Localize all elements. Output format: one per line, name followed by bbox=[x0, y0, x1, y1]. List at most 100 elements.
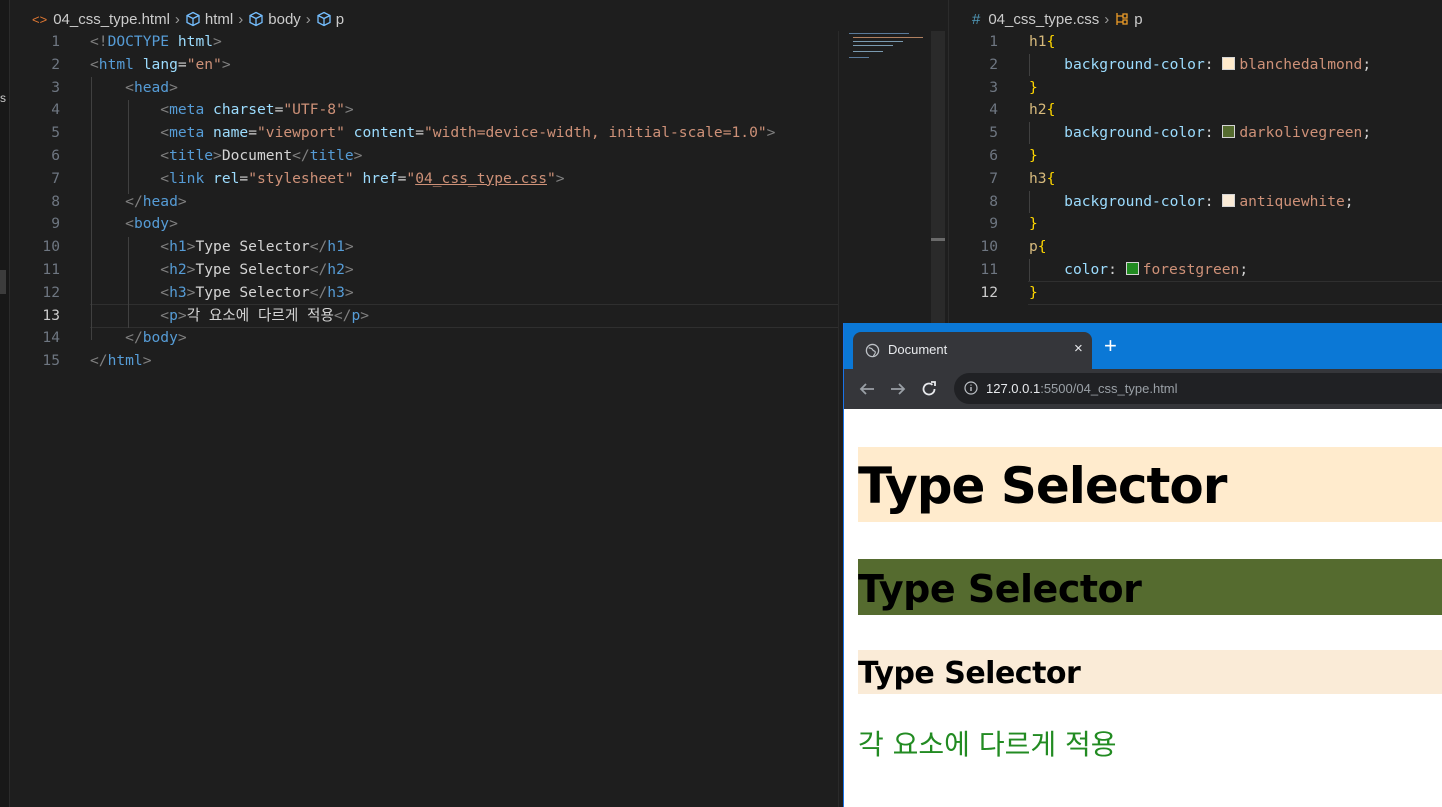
code-token: < bbox=[160, 124, 170, 142]
breadcrumb-p[interactable]: p bbox=[336, 11, 344, 28]
code-line[interactable]: 9 <body> bbox=[20, 213, 835, 236]
code-line[interactable]: 11 <h2>Type Selector</h2> bbox=[20, 259, 835, 282]
breadcrumb-file[interactable]: 04_css_type.html bbox=[53, 11, 170, 28]
code-token: href bbox=[362, 169, 398, 187]
code-token: ; bbox=[1362, 124, 1372, 142]
address-bar[interactable]: 127.0.0.1:5500/04_css_type.html bbox=[954, 373, 1442, 404]
code-line[interactable]: 12 <h3>Type Selector</h3> bbox=[20, 282, 835, 305]
code-token: > bbox=[344, 101, 354, 119]
code-token: <! bbox=[90, 33, 108, 50]
code-token: </ bbox=[309, 260, 328, 278]
code-token: html bbox=[107, 352, 143, 370]
line-number: 8 bbox=[989, 192, 998, 210]
code-token: > bbox=[213, 33, 222, 50]
code-token: antiquewhite bbox=[1239, 192, 1345, 210]
code-text: </body> bbox=[90, 327, 187, 350]
breadcrumb-css-file[interactable]: 04_css_type.css bbox=[988, 11, 1099, 28]
code-line[interactable]: 1 h1{ bbox=[958, 31, 1442, 54]
code-line[interactable]: 3} bbox=[958, 77, 1442, 100]
back-icon[interactable] bbox=[858, 380, 876, 398]
code-text: } bbox=[1029, 77, 1038, 100]
html-code-editor[interactable]: 1 <!DOCTYPE html> 2 <html lang="en"> 3 <head… bbox=[20, 31, 835, 373]
code-token: lang bbox=[142, 55, 178, 73]
code-line[interactable]: 8 background-color: antiquewhite; bbox=[958, 191, 1442, 214]
css-breadcrumb: # 04_css_type.css › p bbox=[972, 9, 1143, 29]
code-line[interactable]: 5 <meta name="viewport" content="width=d… bbox=[20, 122, 835, 145]
activity-label: s bbox=[0, 91, 6, 105]
code-token: "viewport" bbox=[257, 124, 345, 142]
code-token: </ bbox=[90, 352, 108, 370]
code-line[interactable]: 13 <p>각 요소에 다르게 적용</p> bbox=[20, 305, 835, 328]
reload-icon[interactable] bbox=[920, 380, 938, 398]
code-token: > bbox=[142, 352, 152, 370]
code-token: </ bbox=[309, 238, 328, 256]
code-line[interactable]: 7 h3{ bbox=[958, 168, 1442, 191]
breadcrumb-body[interactable]: body bbox=[268, 11, 301, 28]
code-line[interactable]: 14 </body> bbox=[20, 327, 835, 350]
breadcrumb-html[interactable]: html bbox=[205, 11, 233, 28]
code-line[interactable]: 12} bbox=[958, 282, 1442, 305]
code-token: = bbox=[415, 124, 424, 142]
code-line[interactable]: 2 <html lang="en"> bbox=[20, 54, 835, 77]
code-line[interactable]: 2 background-color: blanchedalmond; bbox=[958, 54, 1442, 77]
breadcrumb-css-p[interactable]: p bbox=[1134, 11, 1142, 28]
color-swatch[interactable] bbox=[1222, 125, 1236, 139]
info-icon[interactable] bbox=[964, 381, 978, 395]
code-line[interactable]: 11 color: forestgreen; bbox=[958, 259, 1442, 282]
code-token: > bbox=[555, 169, 565, 187]
code-token: } bbox=[1029, 215, 1038, 233]
code-token: rel bbox=[213, 169, 240, 187]
code-token: background-color bbox=[1064, 124, 1205, 142]
line-number: 14 bbox=[42, 329, 60, 347]
code-token: color bbox=[1064, 260, 1109, 278]
color-swatch[interactable] bbox=[1222, 193, 1236, 207]
code-text: } bbox=[1029, 282, 1038, 305]
code-token: </ bbox=[292, 146, 310, 164]
new-tab-button[interactable]: + bbox=[1104, 333, 1117, 359]
code-line[interactable]: 1 <!DOCTYPE html> bbox=[20, 31, 835, 54]
code-line[interactable]: 15 </html> bbox=[20, 350, 835, 373]
code-token: </ bbox=[309, 283, 328, 301]
code-token: = bbox=[177, 55, 187, 73]
code-token: Type Selector bbox=[195, 260, 310, 278]
close-tab-icon[interactable]: × bbox=[1074, 340, 1083, 357]
code-token: = bbox=[239, 169, 249, 187]
code-token: : bbox=[1204, 124, 1223, 142]
code-line[interactable]: 9} bbox=[958, 213, 1442, 236]
code-line[interactable]: 6} bbox=[958, 145, 1442, 168]
code-text: <h2>Type Selector</h2> bbox=[90, 259, 353, 282]
code-text: <p>각 요소에 다르게 적용</p> bbox=[90, 305, 369, 328]
code-token: = bbox=[248, 124, 257, 142]
css-code-editor[interactable]: 1 h1{2 background-color: blanchedalmond; 3… bbox=[958, 31, 1442, 305]
code-line[interactable]: 5 background-color: darkolivegreen; bbox=[958, 122, 1442, 145]
url-host: 127.0.0.1 bbox=[986, 381, 1041, 396]
forward-icon[interactable] bbox=[889, 380, 907, 398]
browser-tab[interactable]: Document × bbox=[853, 332, 1092, 369]
code-token: h3 bbox=[169, 283, 187, 301]
code-token: background-color bbox=[1064, 55, 1205, 73]
code-line[interactable]: 7 <link rel="stylesheet" href="04_css_ty… bbox=[20, 168, 835, 191]
code-line[interactable]: 10 <h1>Type Selector</h1> bbox=[20, 236, 835, 259]
code-token: > bbox=[177, 306, 187, 324]
code-token: "en" bbox=[186, 55, 222, 73]
code-line[interactable]: 10 p{ bbox=[958, 236, 1442, 259]
code-line[interactable]: 6 <title>Document</title> bbox=[20, 145, 835, 168]
color-swatch[interactable] bbox=[1222, 56, 1236, 70]
scrollbar-thumb[interactable] bbox=[931, 238, 945, 241]
code-token: meta bbox=[169, 101, 205, 119]
code-line[interactable]: 8 </head> bbox=[20, 191, 835, 214]
code-line[interactable]: 3 <head> bbox=[20, 77, 835, 100]
code-token: } bbox=[1029, 146, 1038, 164]
line-number: 15 bbox=[42, 352, 60, 370]
code-line[interactable]: 4 <meta charset="UTF-8"> bbox=[20, 99, 835, 122]
code-line[interactable]: 4 h2{ bbox=[958, 99, 1442, 122]
line-number: 4 bbox=[51, 101, 60, 119]
color-swatch[interactable] bbox=[1125, 261, 1139, 275]
code-token: { bbox=[1046, 101, 1056, 119]
code-token: > bbox=[177, 329, 187, 347]
